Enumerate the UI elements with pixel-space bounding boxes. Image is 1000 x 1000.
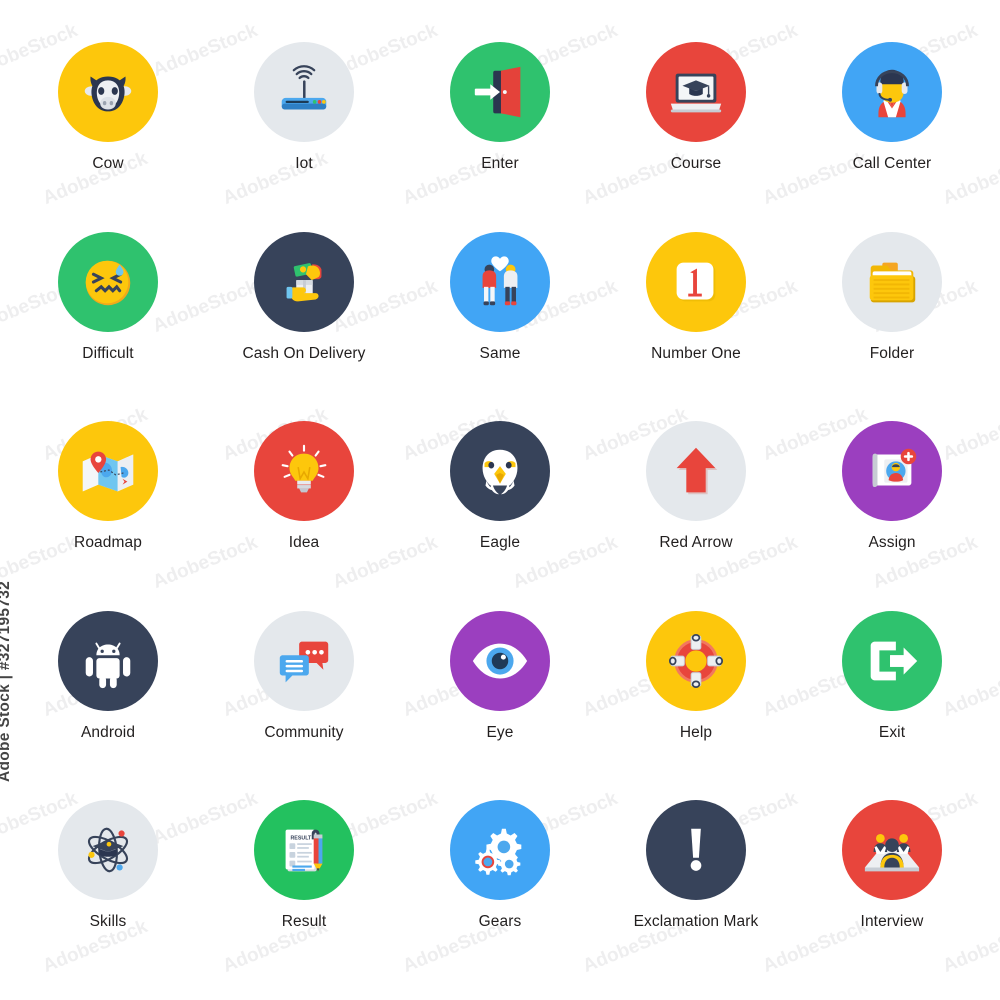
lifebuoy-icon[interactable]	[646, 610, 746, 711]
icon-cell[interactable]: Same	[402, 212, 598, 402]
icon-cell[interactable]: Difficult	[10, 212, 206, 402]
icon-label: Help	[679, 723, 713, 741]
svg-text:RESULT: RESULT	[290, 836, 312, 842]
atom-graduation-icon[interactable]	[58, 800, 158, 901]
icon-label: Idea	[288, 534, 320, 552]
icon-label: Roadmap	[74, 534, 142, 552]
watermark-container: Adobe Stock | #327195732	[0, 581, 34, 790]
icon-label: Course	[670, 155, 722, 172]
icon-label: Skills	[89, 913, 127, 931]
icon-cell[interactable]: Iot	[206, 22, 402, 212]
cow-icon[interactable]	[58, 42, 158, 142]
icon-cell[interactable]: Enter	[402, 22, 598, 212]
lightbulb-icon[interactable]	[254, 421, 354, 522]
icon-cell[interactable]: Exclamation Mark	[598, 780, 794, 970]
icon-label: Assign	[868, 534, 916, 552]
icon-label: Cow	[92, 155, 124, 172]
icon-cell[interactable]: Folder	[794, 212, 990, 402]
icon-label: Difficult	[82, 344, 134, 362]
map-pin-icon[interactable]	[58, 421, 158, 522]
icon-label: Call Center	[852, 155, 932, 172]
eagle-icon[interactable]	[450, 421, 550, 522]
couple-heart-icon[interactable]	[450, 231, 550, 332]
enter-door-icon[interactable]	[450, 42, 550, 142]
icon-label: Enter	[481, 155, 519, 172]
icon-cell[interactable]: Help	[598, 591, 794, 781]
adobe-stock-watermark: Adobe Stock | #327195732	[0, 580, 13, 782]
icon-cell[interactable]: Roadmap	[10, 401, 206, 591]
icon-cell[interactable]: Call Center	[794, 22, 990, 212]
icon-cell[interactable]: Gears	[402, 780, 598, 970]
icon-cell[interactable]: RESULT Result	[206, 780, 402, 970]
arrow-up-icon[interactable]	[646, 421, 746, 522]
interview-icon[interactable]	[842, 800, 942, 901]
icon-label: Community	[264, 723, 344, 741]
icon-cell[interactable]: Community	[206, 591, 402, 781]
icon-label: Gears	[478, 913, 522, 931]
headset-agent-icon[interactable]	[842, 42, 942, 142]
icon-label: Android	[80, 723, 136, 741]
icon-cell[interactable]: Interview	[794, 780, 990, 970]
icon-label: Interview	[860, 913, 924, 931]
chat-bubbles-icon[interactable]	[254, 610, 354, 711]
cash-on-delivery-icon[interactable]	[254, 231, 354, 332]
icon-label: Exit	[878, 723, 906, 741]
icon-label: Cash On Delivery	[242, 344, 366, 362]
result-sheet-icon[interactable]: RESULT	[254, 800, 354, 901]
icon-grid: Cow Iot Enter Course Call Center Difficu…	[0, 0, 1000, 1000]
icon-label: Result	[281, 913, 327, 931]
gears-icon[interactable]	[450, 800, 550, 901]
icon-cell[interactable]: Assign	[794, 401, 990, 591]
icon-cell[interactable]: Eagle	[402, 401, 598, 591]
icon-label: Folder	[869, 344, 915, 362]
icon-cell[interactable]: Cow	[10, 22, 206, 212]
confounded-face-icon[interactable]	[58, 231, 158, 332]
icon-label: Exclamation Mark	[633, 913, 759, 931]
icon-cell[interactable]: Exit	[794, 591, 990, 781]
icon-cell[interactable]: Skills	[10, 780, 206, 970]
icon-cell[interactable]: Android	[10, 591, 206, 781]
exit-arrow-icon[interactable]	[842, 610, 942, 711]
exclamation-icon[interactable]	[646, 800, 746, 901]
icon-cell[interactable]: Number One	[598, 212, 794, 402]
laptop-graduation-icon[interactable]	[646, 42, 746, 142]
eye-icon[interactable]	[450, 610, 550, 711]
icon-label: Red Arrow	[659, 534, 733, 552]
icon-label: Iot	[295, 155, 313, 172]
icon-label: Eagle	[479, 534, 521, 552]
icon-cell[interactable]: Course	[598, 22, 794, 212]
icon-cell[interactable]: Red Arrow	[598, 401, 794, 591]
icon-label: Number One	[651, 344, 741, 362]
router-icon[interactable]	[254, 42, 354, 142]
icon-cell[interactable]: Cash On Delivery	[206, 212, 402, 402]
assign-user-icon[interactable]	[842, 421, 942, 522]
icon-label: Same	[479, 344, 521, 362]
icon-cell[interactable]: Eye	[402, 591, 598, 781]
icon-sheet: AdobeStock AdobeStock AdobeStock AdobeStock…	[0, 0, 1000, 1000]
icon-label: Eye	[486, 723, 514, 741]
number-one-icon[interactable]	[646, 231, 746, 332]
folder-icon[interactable]	[842, 231, 942, 332]
icon-cell[interactable]: Idea	[206, 401, 402, 591]
android-icon[interactable]	[58, 610, 158, 711]
